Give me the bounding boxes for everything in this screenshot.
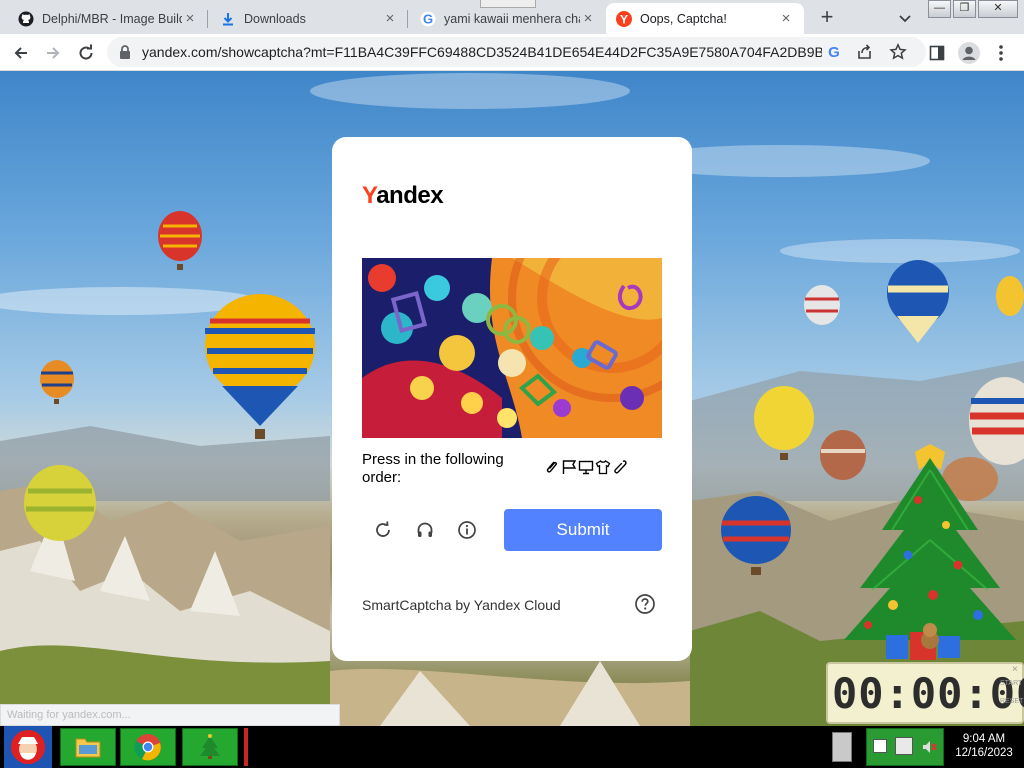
network-icon[interactable]	[895, 737, 913, 755]
tab-title: Downloads	[244, 11, 306, 26]
svg-text:G: G	[423, 11, 433, 26]
chevron-down-icon[interactable]	[896, 9, 914, 27]
folder-icon	[75, 738, 101, 758]
menu-kebab-icon[interactable]	[988, 40, 1014, 66]
taskbar-chrome[interactable]	[120, 728, 176, 766]
restore-button[interactable]: ❐	[953, 0, 976, 18]
forward-button[interactable]	[40, 40, 66, 66]
new-tab-button[interactable]: +	[814, 6, 840, 30]
help-icon[interactable]	[634, 593, 656, 615]
refresh-button[interactable]	[370, 517, 396, 543]
status-bubble: Waiting for yandex.com...	[0, 704, 340, 726]
smartcaptcha-attribution: SmartCaptcha by Yandex Cloud	[362, 597, 561, 613]
clock-date: 12/16/2023	[955, 747, 1013, 759]
tab-downloads[interactable]: Downloads ×	[210, 3, 408, 34]
captcha-card: Yandex Press in the following order: Sub…	[332, 137, 692, 661]
show-desktop-button[interactable]	[832, 732, 852, 762]
system-tray	[866, 728, 944, 766]
captcha-image[interactable]	[362, 258, 662, 438]
lock-icon	[119, 45, 131, 64]
tab-title: Delphi/MBR - Image Build	[42, 11, 182, 26]
timer-display: 00:00:00	[832, 669, 1024, 718]
submit-button[interactable]: Submit	[504, 509, 662, 551]
timer-start-button[interactable]: START	[1000, 680, 1022, 687]
audio-headphones-button[interactable]	[412, 517, 438, 543]
svg-text:G: G	[828, 44, 840, 61]
profile-avatar-icon[interactable]	[956, 40, 982, 66]
close-icon[interactable]: ×	[382, 10, 398, 27]
captcha-instruction: Press in the following order:	[362, 451, 504, 486]
minimize-button[interactable]: —	[928, 0, 951, 18]
christmas-tree-gadget	[844, 444, 1016, 660]
start-button[interactable]	[4, 726, 52, 768]
yandex-icon: Y	[616, 10, 632, 27]
chrome-icon	[134, 734, 161, 761]
close-icon[interactable]: ×	[182, 10, 198, 27]
google-translate-icon[interactable]: G	[825, 43, 843, 66]
santa-icon	[11, 730, 45, 764]
browser-toolbar: yandex.com/showcaptcha?mt=F11BA4C39FFC69…	[0, 34, 1024, 71]
share-icon[interactable]	[856, 43, 874, 66]
info-button[interactable]	[454, 517, 480, 543]
google-icon: G	[420, 11, 436, 27]
download-icon	[220, 11, 236, 27]
address-bar[interactable]: yandex.com/showcaptcha?mt=F11BA4C39FFC69…	[107, 37, 926, 67]
tshirt-icon	[595, 459, 611, 475]
flag-icon	[561, 459, 577, 475]
clock-time: 9:04 AM	[962, 733, 1006, 745]
url-text: yandex.com/showcaptcha?mt=F11BA4C39FFC69…	[142, 44, 822, 60]
github-icon	[18, 11, 34, 27]
paperclip-icon	[544, 459, 560, 475]
reload-button[interactable]	[73, 40, 99, 66]
taskbar-clock[interactable]: 9:04 AM 12/16/2023	[944, 732, 1024, 760]
volume-muted-icon[interactable]	[921, 739, 937, 760]
side-panel-icon[interactable]	[924, 40, 950, 66]
timer-reset-button[interactable]: RESET	[1000, 698, 1023, 705]
taskbar-christmas-tree[interactable]	[182, 728, 238, 766]
clip-icon	[612, 459, 628, 475]
tab-captcha[interactable]: Y Oops, Captcha! ×	[606, 3, 804, 34]
tab-strip: Delphi/MBR - Image Build × Downloads × G…	[0, 0, 1024, 34]
monitor-icon	[578, 459, 594, 475]
timer-gadget: 00:00:00 START RESET ×	[826, 662, 1024, 724]
flag-tray-icon[interactable]	[873, 739, 887, 753]
tab-github[interactable]: Delphi/MBR - Image Build ×	[8, 3, 208, 34]
tab-title: Oops, Captcha!	[640, 11, 727, 26]
taskbar-separator	[244, 728, 248, 766]
captcha-order-icons	[544, 459, 628, 475]
close-icon[interactable]: ×	[580, 10, 596, 27]
svg-text:Y: Y	[620, 12, 628, 26]
back-button[interactable]	[8, 40, 34, 66]
close-window-button[interactable]: ✕	[978, 0, 1018, 18]
taskbar: 9:04 AM 12/16/2023	[0, 726, 1024, 768]
tree-icon	[200, 734, 220, 759]
star-icon[interactable]	[889, 42, 907, 66]
tab-title: yami kawaii menhera cha	[444, 11, 580, 26]
taskbar-file-explorer[interactable]	[60, 728, 116, 766]
window-handle	[480, 0, 536, 8]
yandex-logo: Yandex	[362, 182, 444, 209]
close-icon[interactable]: ×	[778, 10, 794, 27]
close-icon[interactable]: ×	[1012, 664, 1018, 675]
